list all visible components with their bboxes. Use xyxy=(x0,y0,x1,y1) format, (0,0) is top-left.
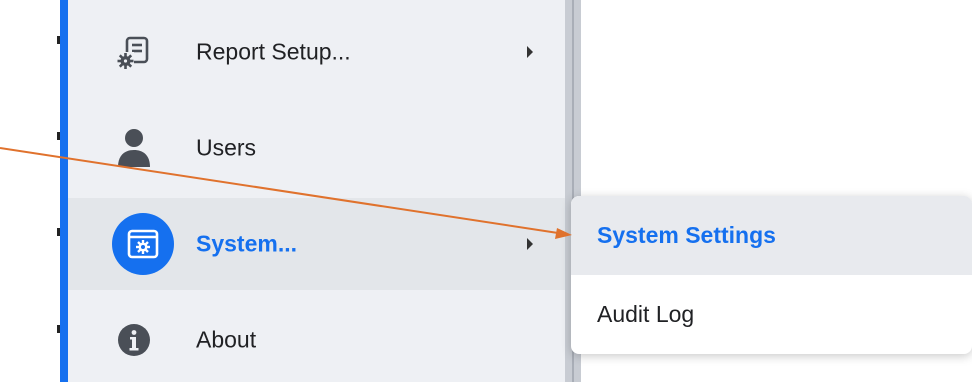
submenu-item-system-settings[interactable]: System Settings xyxy=(571,196,972,275)
report-gear-icon xyxy=(114,32,154,72)
active-section-indicator xyxy=(60,0,68,382)
menu-item-label: Report Setup... xyxy=(196,38,351,65)
left-gutter xyxy=(0,0,60,382)
system-settings-icon xyxy=(112,213,174,275)
submenu-arrow-icon xyxy=(527,238,533,250)
menu-item-label: Users xyxy=(196,134,257,161)
menu-item-about[interactable]: About xyxy=(68,294,565,386)
menu-item-system[interactable]: System... xyxy=(68,198,565,290)
system-submenu: System Settings Audit Log xyxy=(571,196,972,354)
navigation-menu: Report Setup... Users System... About xyxy=(68,0,565,382)
menu-item-label: System... xyxy=(196,230,297,257)
menu-item-users[interactable]: Users xyxy=(68,102,565,194)
user-icon xyxy=(114,128,154,168)
submenu-item-label: Audit Log xyxy=(597,301,695,327)
menu-item-label: About xyxy=(196,326,257,353)
submenu-item-label: System Settings xyxy=(597,222,776,248)
submenu-item-audit-log[interactable]: Audit Log xyxy=(571,275,972,354)
menu-item-report-setup[interactable]: Report Setup... xyxy=(68,6,565,98)
info-icon xyxy=(114,320,154,360)
submenu-arrow-icon xyxy=(527,46,533,58)
